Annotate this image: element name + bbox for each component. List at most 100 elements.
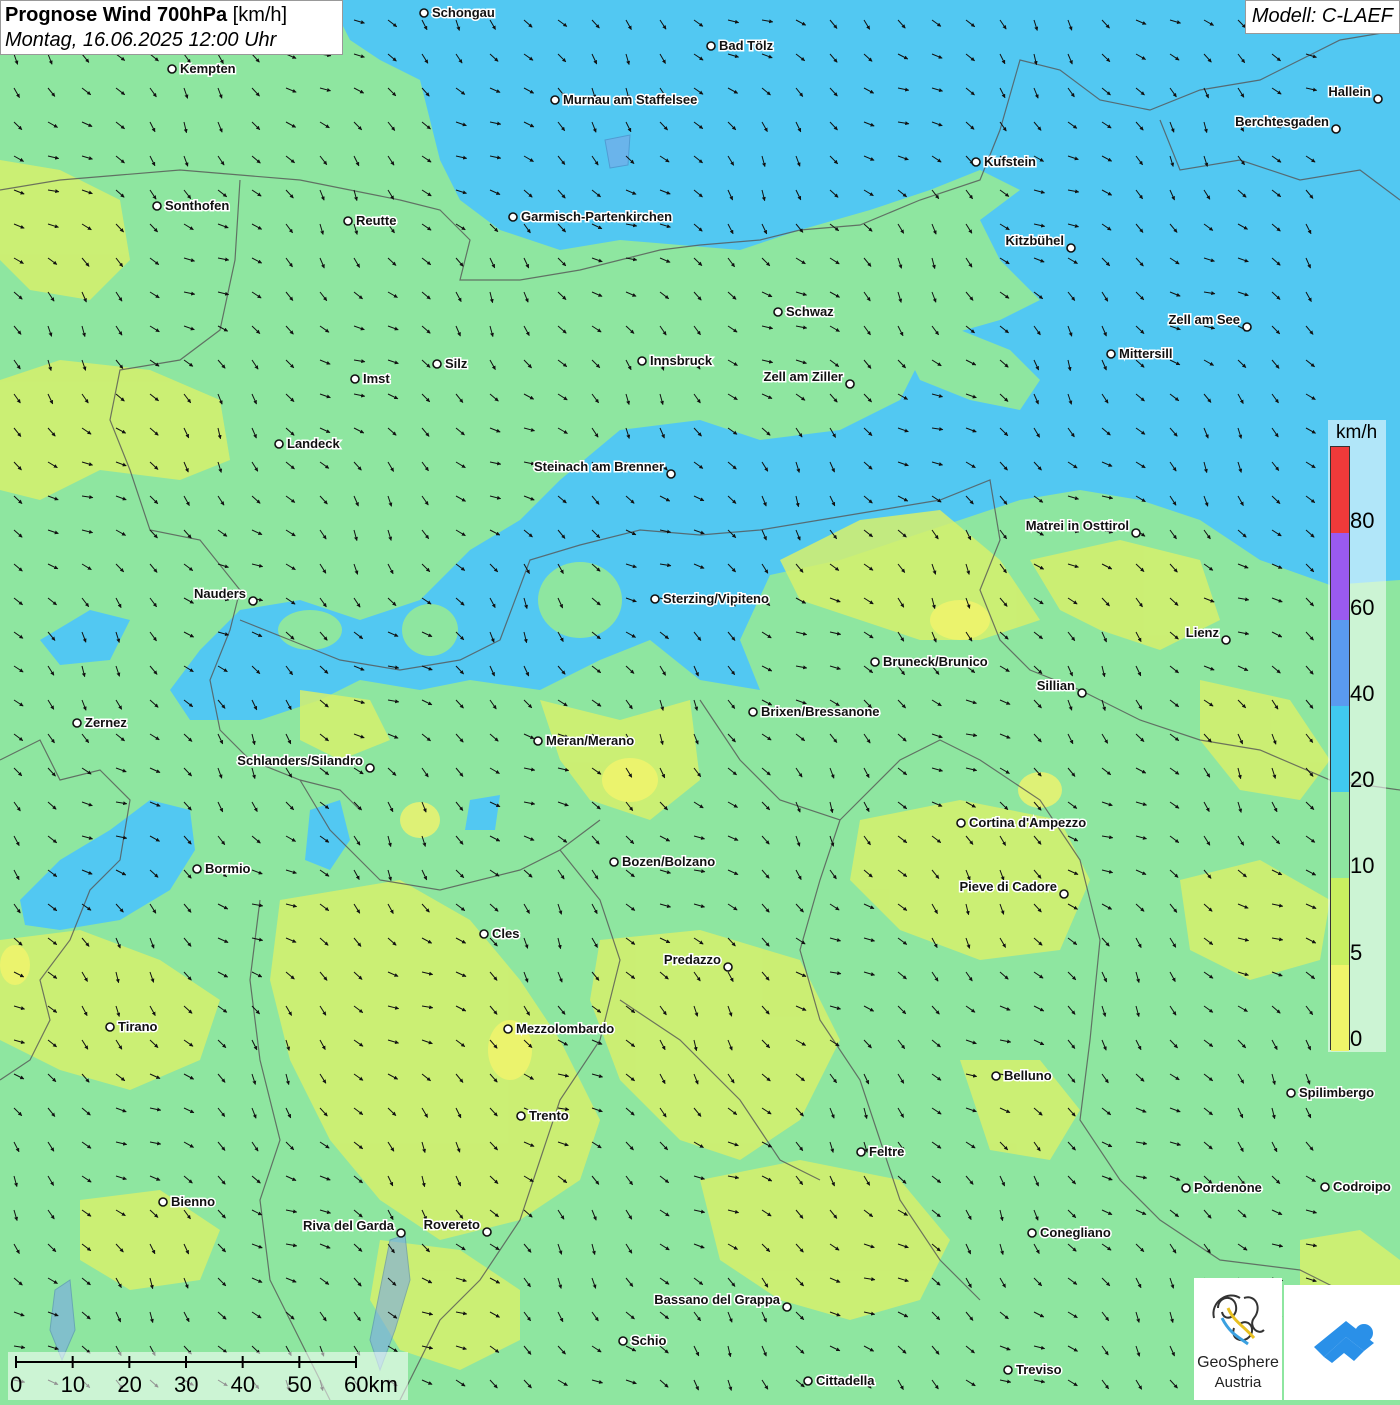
city-label: Belluno — [1004, 1068, 1052, 1083]
legend-segment — [1331, 447, 1349, 534]
city-label: Kitzbühel — [1006, 233, 1065, 248]
city-dot — [773, 307, 783, 317]
city-dot — [706, 41, 716, 51]
city-dot — [343, 216, 353, 226]
city-dot — [650, 594, 660, 604]
city-dot — [1059, 889, 1069, 899]
city-label: Feltre — [869, 1144, 904, 1159]
city-dot — [482, 1227, 492, 1237]
city-dot — [1106, 349, 1116, 359]
city-label: Silz — [445, 356, 468, 371]
city-label: Spilimbergo — [1299, 1085, 1374, 1100]
city-label: Treviso — [1016, 1362, 1062, 1377]
model-label: Modell: C-LAEF — [1244, 0, 1400, 34]
city-dot — [870, 657, 880, 667]
city-schongau: Schongau — [419, 4, 496, 22]
city-label: Mezzolombardo — [516, 1021, 614, 1036]
legend-tick-label: 10 — [1350, 853, 1375, 879]
title-box: Prognose Wind 700hPa [km/h] Montag, 16.0… — [0, 0, 343, 55]
city-dot — [396, 1228, 406, 1238]
app-logo-icon — [1314, 1321, 1374, 1363]
strong-zone-small — [465, 795, 500, 830]
city-dot — [72, 718, 82, 728]
scale-label: 50 — [287, 1372, 312, 1397]
forecast-datetime: Montag, 16.06.2025 12:00 Uhr — [5, 29, 277, 51]
city-label: Tirano — [118, 1019, 158, 1034]
city-dot — [419, 8, 429, 18]
city-label: Sonthofen — [165, 198, 229, 213]
city-dot — [1331, 124, 1341, 134]
legend-tick-label: 5 — [1350, 939, 1363, 965]
city-dot — [158, 1197, 168, 1207]
scale-label: 10 — [60, 1372, 86, 1397]
city-label: Matrei in Osttirol — [1026, 518, 1129, 533]
legend-tick-label: 40 — [1350, 680, 1375, 706]
city-label: Imst — [363, 371, 390, 386]
city-dot — [1003, 1365, 1013, 1375]
city-label: Meran/Merano — [546, 733, 634, 748]
city-meran-merano: Meran/Merano — [533, 732, 636, 750]
city-label: Cortina d'Ampezzo — [969, 815, 1086, 830]
city-pordenone: Pordenone — [1181, 1179, 1263, 1197]
geosphere-logo[interactable]: GeoSphere Austria — [1194, 1278, 1282, 1400]
scale-label: 40 — [230, 1372, 256, 1397]
city-label: Bad Tölz — [719, 38, 774, 53]
city-label: Nauders — [194, 586, 246, 601]
city-dot — [1320, 1182, 1330, 1192]
legend-segment — [1331, 964, 1349, 1051]
city-dot — [274, 439, 284, 449]
app-logo[interactable] — [1284, 1285, 1400, 1400]
legend-segment — [1331, 533, 1349, 620]
city-label: Kempten — [180, 61, 236, 76]
city-dot — [1181, 1183, 1191, 1193]
city-label: Innsbruck — [650, 353, 713, 368]
city-label: Riva del Garda — [303, 1218, 395, 1233]
city-label: Garmisch-Partenkirchen — [521, 209, 672, 224]
city-dot — [637, 356, 647, 366]
city-label: Bozen/Bolzano — [622, 854, 715, 869]
city-label: Schongau — [432, 5, 495, 20]
legend-unit: km/h — [1336, 422, 1378, 443]
city-dot — [516, 1111, 526, 1121]
city-dot — [1242, 322, 1252, 332]
city-dot — [152, 201, 162, 211]
city-dot — [503, 1024, 513, 1034]
city-label: Reutte — [356, 213, 396, 228]
city-label: Schwaz — [786, 304, 834, 319]
city-label: Conegliano — [1040, 1225, 1111, 1240]
city-label: Murnau am Staffelsee — [563, 92, 697, 107]
city-label: Sillian — [1037, 678, 1075, 693]
scale-label: 30 — [174, 1372, 199, 1397]
scale-label: 0 — [10, 1372, 23, 1397]
legend-tick-label: 80 — [1350, 508, 1375, 534]
city-conegliano: Conegliano — [1027, 1224, 1112, 1242]
scale-label: 60km — [344, 1372, 398, 1397]
city-label: Zell am Ziller — [764, 369, 843, 384]
legend-segment — [1331, 619, 1349, 706]
city-mezzolombardo: Mezzolombardo — [503, 1020, 616, 1038]
city-dot — [192, 864, 202, 874]
city-dot — [167, 64, 177, 74]
city-label: Pordenone — [1194, 1180, 1262, 1195]
city-label: Hallein — [1328, 84, 1371, 99]
city-dot — [1221, 635, 1231, 645]
page-title: Prognose Wind 700hPa [km/h] — [5, 4, 336, 27]
city-dot — [350, 374, 360, 384]
city-label: Kufstein — [984, 154, 1036, 169]
city-label: Predazzo — [664, 952, 721, 967]
city-dot — [845, 379, 855, 389]
title-unit: [km/h] — [232, 4, 288, 26]
city-label: Codroipo — [1333, 1179, 1391, 1194]
city-label: Pieve di Cadore — [959, 879, 1057, 894]
city-dot — [971, 157, 981, 167]
city-dot — [479, 929, 489, 939]
geosphere-emblem-icon — [1212, 1294, 1265, 1346]
city-dot — [609, 857, 619, 867]
city-dot — [856, 1147, 866, 1157]
geosphere-logo-subtext: Austria — [1214, 1374, 1262, 1391]
city-label: Lienz — [1186, 625, 1220, 640]
city-dot — [105, 1022, 115, 1032]
city-dot — [803, 1376, 813, 1386]
city-dot — [1286, 1088, 1296, 1098]
legend-segment — [1331, 792, 1349, 879]
